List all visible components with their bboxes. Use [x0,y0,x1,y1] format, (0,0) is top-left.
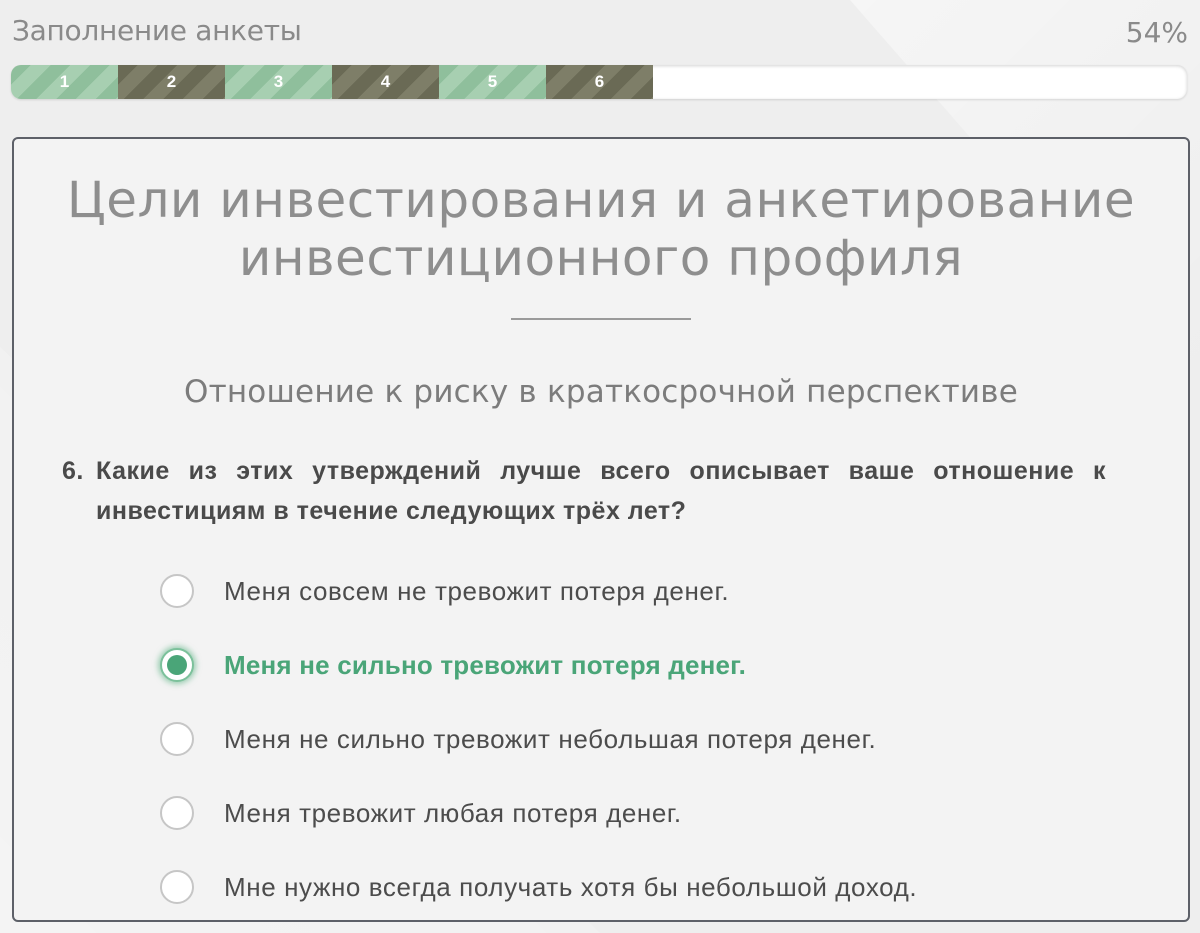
question-text: Какие из этих утверждений лучше всего оп… [96,457,1106,525]
progress-step-2: 2 [118,65,225,99]
progress-step-1: 1 [11,65,118,99]
progress-percent: 54% [1125,16,1188,49]
section-title-line-1: Цели инвестирования и анкетирование [66,171,1136,229]
progress-step-label: 4 [380,72,391,91]
progress-step-label: 3 [273,72,284,91]
answer-option-4[interactable]: Меня тревожит любая потеря денег. [160,776,1120,850]
progress-step-3: 3 [225,65,332,99]
progress-step-label: 2 [166,72,177,91]
section-title: Цели инвестирования и анкетирование инве… [14,171,1188,287]
answer-option-label: Меня совсем не тревожит потеря денег. [224,575,730,606]
answer-option-2[interactable]: Меня не сильно тревожит потеря денег. [160,628,1120,702]
progress-step-6: 6 [546,65,653,99]
answer-option-label: Меня не сильно тревожит небольшая потеря… [224,723,877,754]
answer-option-5[interactable]: Мне нужно всегда получать хотя бы неболь… [160,850,1120,924]
questionnaire-card: Цели инвестирования и анкетирование инве… [12,137,1190,922]
radio-button-selected[interactable] [160,648,194,682]
section-subtitle: Отношение к риску в краткосрочной перспе… [183,374,1019,410]
radio-button[interactable] [160,796,194,830]
question-number: 6. [62,457,84,485]
answer-option-label: Меня не сильно тревожит потеря денег. [224,649,747,680]
page-heading: Заполнение анкеты [12,14,302,47]
radio-button[interactable] [160,722,194,756]
section-title-line-2: инвестиционного профиля [238,229,964,287]
answer-option-label: Меня тревожит любая потеря денег. [224,797,682,828]
progress-step-label: 5 [487,72,498,91]
progress-step-4: 4 [332,65,439,99]
answer-option-label: Мне нужно всегда получать хотя бы неболь… [224,871,918,902]
radio-selected-dot-icon [167,655,187,675]
answer-options: Меня совсем не тревожит потеря денег. Ме… [160,554,1120,924]
progress-step-label: 1 [59,72,70,91]
progress-step-label: 6 [594,72,605,91]
answer-option-1[interactable]: Меня совсем не тревожит потеря денег. [160,554,1120,628]
question: 6. Какие из этих утверждений лучше всего… [62,451,1106,531]
title-divider [511,318,691,320]
radio-button[interactable] [160,574,194,608]
progress-bar: 1 2 3 4 5 6 [11,65,1187,99]
radio-button[interactable] [160,870,194,904]
answer-option-3[interactable]: Меня не сильно тревожит небольшая потеря… [160,702,1120,776]
progress-step-5: 5 [439,65,546,99]
